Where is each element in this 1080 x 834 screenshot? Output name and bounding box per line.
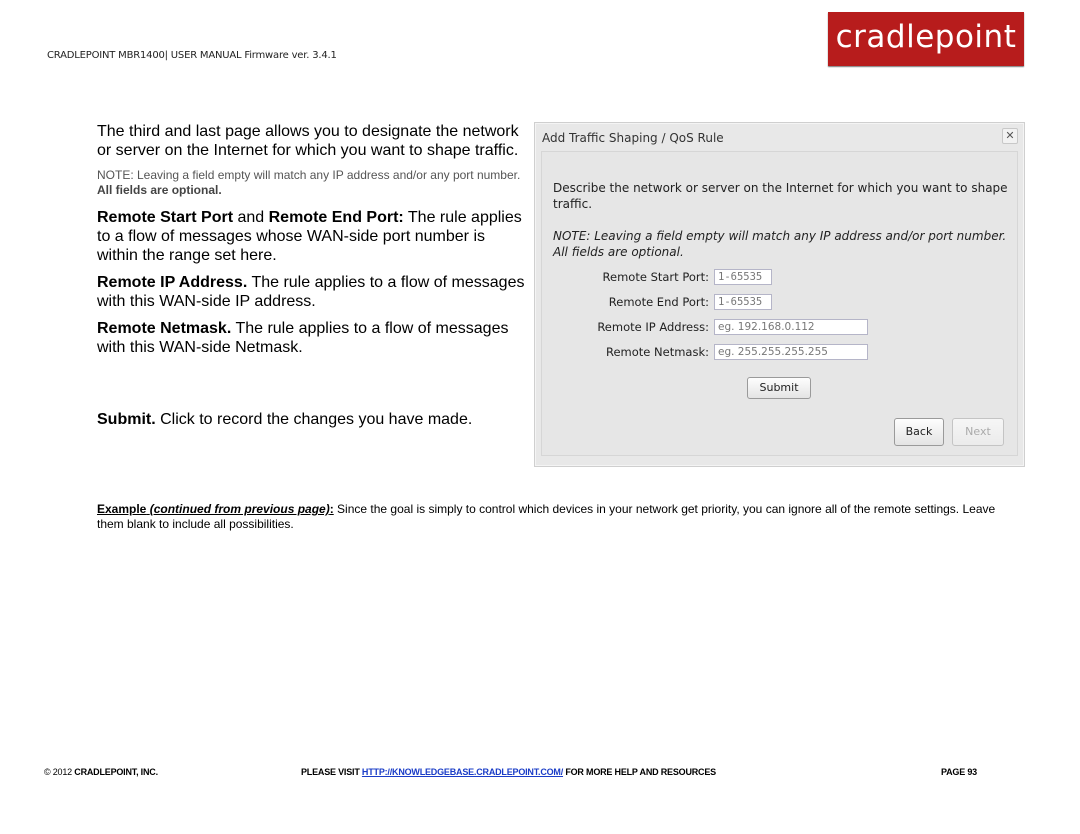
remote-ip-label: Remote IP Address: [597, 320, 709, 334]
note-bold: All fields are optional. [97, 183, 222, 197]
ports-and: and [233, 209, 269, 226]
example-paragraph: Example (continued from previous page): … [97, 502, 997, 532]
example-word: Example [97, 502, 147, 516]
netmask-bold: Remote Netmask. [97, 320, 232, 337]
footer-copyright: © 2012 CRADLEPOINT, INC. [44, 767, 158, 777]
netmask-paragraph: Remote Netmask. The rule applies to a fl… [97, 319, 527, 357]
remote-netmask-label: Remote Netmask: [606, 345, 709, 359]
submit-paragraph: Submit. Click to record the changes you … [97, 411, 472, 429]
dialog-title: Add Traffic Shaping / QoS Rule [542, 131, 724, 145]
remote-end-port-row: Remote End Port: 1-65535 [542, 293, 772, 311]
remote-ip-input[interactable]: eg. 192.168.0.112 [714, 319, 868, 335]
back-button[interactable]: Back [894, 418, 944, 446]
logo-text: cradlepoint [835, 19, 1017, 55]
company-name: CRADLEPOINT, INC. [74, 767, 158, 777]
manual-header: CRADLEPOINT MBR1400| USER MANUAL Firmwar… [47, 50, 337, 61]
ports-paragraph: Remote Start Port and Remote End Port: T… [97, 208, 527, 265]
ports-bold-start: Remote Start Port [97, 209, 234, 226]
ports-bold-end: Remote End Port: [268, 209, 404, 226]
close-icon[interactable]: ✕ [1002, 128, 1018, 144]
remote-start-port-row: Remote Start Port: 1-65535 [542, 268, 772, 286]
next-button[interactable]: Next [952, 418, 1004, 446]
qos-rule-dialog: Add Traffic Shaping / QoS Rule ✕ Describ… [534, 122, 1025, 467]
description-column: The third and last page allows you to de… [97, 122, 527, 365]
remote-end-port-input[interactable]: 1-65535 [714, 294, 772, 310]
dialog-description: Describe the network or server on the In… [553, 181, 1008, 211]
remote-netmask-input[interactable]: eg. 255.255.255.255 [714, 344, 868, 360]
note-paragraph: NOTE: Leaving a field empty will match a… [97, 168, 527, 198]
remote-netmask-row: Remote Netmask: eg. 255.255.255.255 [542, 343, 868, 361]
visit-suffix: FOR MORE HELP AND RESOURCES [563, 767, 716, 777]
cradlepoint-logo: cradlepoint [828, 12, 1024, 66]
remote-start-port-label: Remote Start Port: [602, 270, 709, 284]
ip-paragraph: Remote IP Address. The rule applies to a… [97, 273, 527, 311]
submit-text: Click to record the changes you have mad… [155, 411, 473, 428]
footer-visit: PLEASE VISIT HTTP://KNOWLEDGEBASE.CRADLE… [301, 767, 716, 777]
ip-bold: Remote IP Address. [97, 274, 248, 291]
visit-prefix: PLEASE VISIT [301, 767, 362, 777]
remote-start-port-input[interactable]: 1-65535 [714, 269, 772, 285]
knowledgebase-link[interactable]: HTTP://KNOWLEDGEBASE.CRADLEPOINT.COM/ [362, 767, 563, 777]
example-continued: (continued from previous page) [149, 502, 330, 516]
example-label: Example (continued from previous page): [97, 502, 334, 516]
remote-end-port-label: Remote End Port: [608, 295, 709, 309]
remote-ip-row: Remote IP Address: eg. 192.168.0.112 [542, 318, 868, 336]
dialog-body: Describe the network or server on the In… [541, 151, 1018, 456]
copyright-year: © 2012 [44, 767, 72, 777]
note-text: NOTE: Leaving a field empty will match a… [97, 168, 521, 182]
submit-button[interactable]: Submit [747, 377, 811, 399]
intro-paragraph: The third and last page allows you to de… [97, 123, 519, 159]
dialog-note: NOTE: Leaving a field empty will match a… [553, 229, 1007, 259]
submit-bold: Submit. [97, 411, 156, 428]
page-number: PAGE 93 [941, 767, 977, 777]
